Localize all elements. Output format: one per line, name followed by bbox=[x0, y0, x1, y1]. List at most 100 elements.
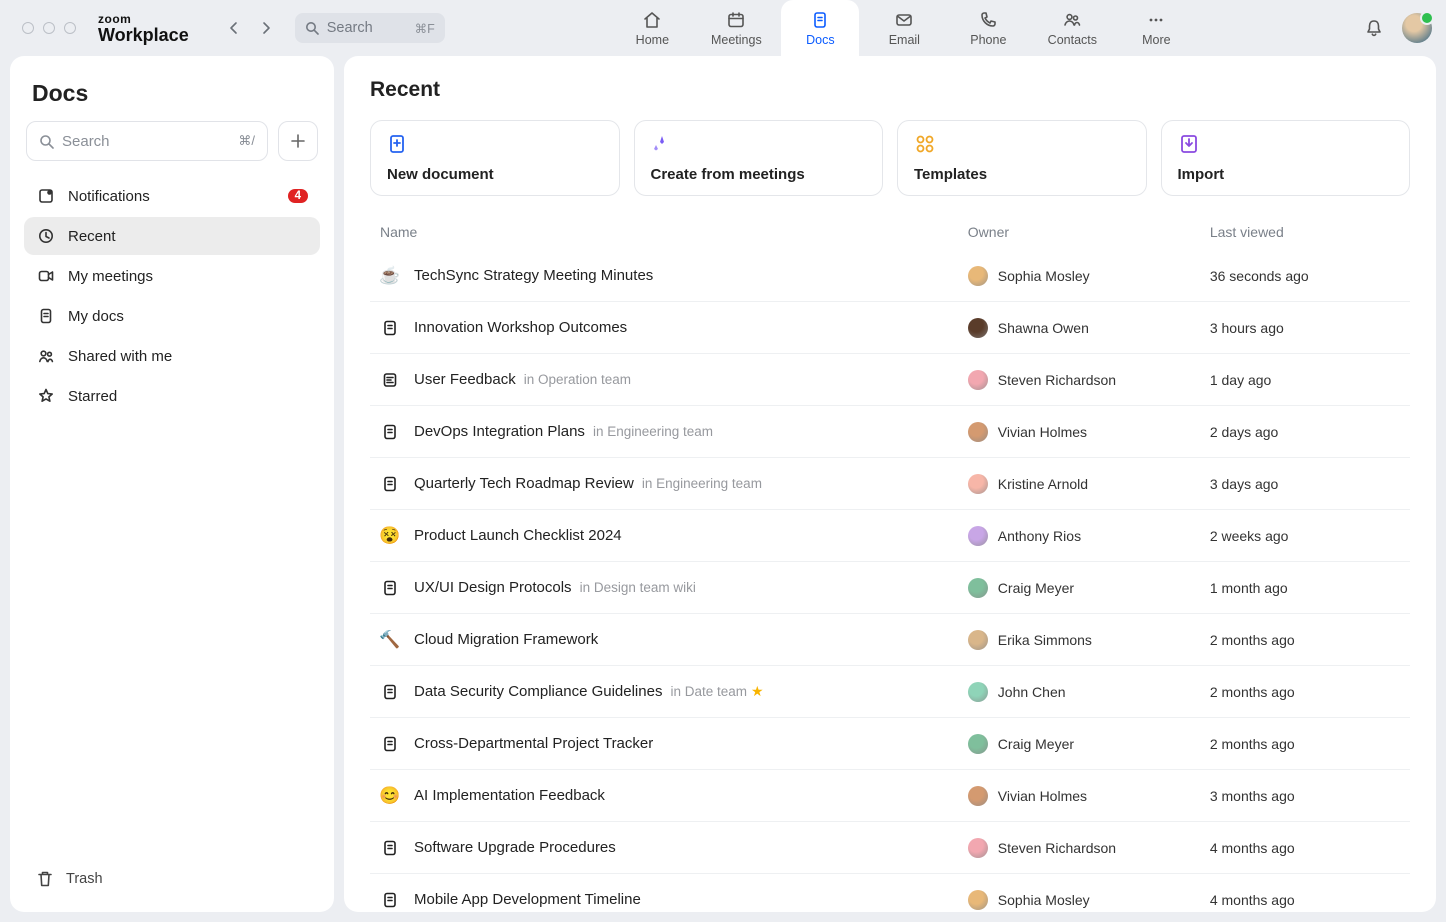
owner-avatar bbox=[968, 682, 988, 702]
doc-row[interactable]: Quarterly Tech Roadmap Review in Enginee… bbox=[370, 458, 1410, 510]
sidebar-item-starred[interactable]: Starred bbox=[24, 377, 320, 415]
top-nav-label: Meetings bbox=[711, 33, 762, 47]
doc-name: Innovation Workshop Outcomes bbox=[414, 319, 627, 336]
starred-icon bbox=[36, 386, 56, 406]
nav-back[interactable] bbox=[227, 21, 241, 35]
last-viewed: 2 weeks ago bbox=[1210, 528, 1400, 544]
nav-forward[interactable] bbox=[259, 21, 273, 35]
doc-row[interactable]: UX/UI Design Protocols in Design team wi… bbox=[370, 562, 1410, 614]
col-name: Name bbox=[380, 224, 968, 240]
global-search[interactable]: Search ⌘F bbox=[295, 13, 445, 43]
doc-icon bbox=[380, 422, 400, 442]
owner-avatar bbox=[968, 578, 988, 598]
doc-row[interactable]: Cross-Departmental Project Tracker Craig… bbox=[370, 718, 1410, 770]
owner-name: Steven Richardson bbox=[998, 372, 1116, 388]
sidebar-item-label: Shared with me bbox=[68, 348, 308, 365]
top-nav: Home Meetings Docs Email Phone Contacts … bbox=[457, 0, 1352, 56]
window-maximize[interactable] bbox=[64, 22, 76, 34]
doc-list[interactable]: ☕️ TechSync Strategy Meeting Minutes Sop… bbox=[370, 250, 1410, 912]
top-nav-email[interactable]: Email bbox=[865, 0, 943, 56]
owner-avatar bbox=[968, 526, 988, 546]
action-label: New document bbox=[387, 166, 603, 183]
sidebar-item-shared[interactable]: Shared with me bbox=[24, 337, 320, 375]
last-viewed: 1 day ago bbox=[1210, 372, 1400, 388]
doc-row[interactable]: Data Security Compliance Guidelines in D… bbox=[370, 666, 1410, 718]
recent-icon bbox=[36, 226, 56, 246]
action-templates[interactable]: Templates bbox=[897, 120, 1147, 196]
my-docs-icon bbox=[36, 306, 56, 326]
brand-line2: Workplace bbox=[98, 26, 189, 44]
doc-name: Mobile App Development Timeline bbox=[414, 891, 641, 908]
owner-avatar bbox=[968, 266, 988, 286]
last-viewed: 3 months ago bbox=[1210, 788, 1400, 804]
doc-row[interactable]: 🔨 Cloud Migration Framework Erika Simmon… bbox=[370, 614, 1410, 666]
sidebar-trash-label: Trash bbox=[66, 871, 103, 887]
top-nav-docs[interactable]: Docs bbox=[781, 0, 859, 56]
templates-icon bbox=[914, 133, 936, 155]
sidebar: Docs Search ⌘/ Notifications 4 bbox=[10, 56, 334, 912]
top-nav-home[interactable]: Home bbox=[613, 0, 691, 56]
top-nav-meetings[interactable]: Meetings bbox=[697, 0, 775, 56]
brand-line1: zoom bbox=[98, 13, 189, 25]
last-viewed: 2 months ago bbox=[1210, 632, 1400, 648]
doc-icon: 😊 bbox=[380, 786, 400, 806]
sidebar-item-label: My docs bbox=[68, 308, 308, 325]
owner-name: Sophia Mosley bbox=[998, 268, 1090, 284]
window-controls bbox=[22, 22, 76, 34]
top-nav-contacts[interactable]: Contacts bbox=[1033, 0, 1111, 56]
doc-location: in Engineering team bbox=[642, 476, 762, 491]
doc-row[interactable]: User Feedback in Operation team Steven R… bbox=[370, 354, 1410, 406]
top-nav-more[interactable]: More bbox=[1117, 0, 1195, 56]
docs-search[interactable]: Search ⌘/ bbox=[26, 121, 268, 161]
sidebar-item-my-docs[interactable]: My docs bbox=[24, 297, 320, 335]
owner-name: Steven Richardson bbox=[998, 840, 1116, 856]
top-nav-label: Docs bbox=[806, 33, 834, 47]
doc-icon bbox=[380, 890, 400, 910]
action-new-doc[interactable]: New document bbox=[370, 120, 620, 196]
doc-row[interactable]: Software Upgrade Procedures Steven Richa… bbox=[370, 822, 1410, 874]
owner-name: Craig Meyer bbox=[998, 736, 1074, 752]
doc-row[interactable]: ☕️ TechSync Strategy Meeting Minutes Sop… bbox=[370, 250, 1410, 302]
new-doc-button[interactable] bbox=[278, 121, 318, 161]
owner-name: Erika Simmons bbox=[998, 632, 1092, 648]
sidebar-item-notifications[interactable]: Notifications 4 bbox=[24, 177, 320, 215]
action-import[interactable]: Import bbox=[1161, 120, 1411, 196]
doc-row[interactable]: 😊 AI Implementation Feedback Vivian Holm… bbox=[370, 770, 1410, 822]
user-avatar[interactable] bbox=[1402, 13, 1432, 43]
top-nav-label: More bbox=[1142, 33, 1170, 47]
owner-avatar bbox=[968, 370, 988, 390]
doc-row[interactable]: 😵 Product Launch Checklist 2024 Anthony … bbox=[370, 510, 1410, 562]
last-viewed: 4 months ago bbox=[1210, 840, 1400, 856]
window-minimize[interactable] bbox=[43, 22, 55, 34]
sidebar-item-my-meetings[interactable]: My meetings bbox=[24, 257, 320, 295]
doc-row[interactable]: Innovation Workshop Outcomes Shawna Owen… bbox=[370, 302, 1410, 354]
doc-name: DevOps Integration Plans bbox=[414, 423, 585, 440]
my-meetings-icon bbox=[36, 266, 56, 286]
contacts-icon bbox=[1062, 10, 1082, 30]
action-label: Create from meetings bbox=[651, 166, 867, 183]
action-from-meetings[interactable]: Create from meetings bbox=[634, 120, 884, 196]
doc-row[interactable]: DevOps Integration Plans in Engineering … bbox=[370, 406, 1410, 458]
new-doc-icon bbox=[387, 133, 409, 155]
sidebar-trash[interactable]: Trash bbox=[24, 860, 320, 898]
table-header: Name Owner Last viewed bbox=[370, 216, 1410, 250]
sidebar-item-recent[interactable]: Recent bbox=[24, 217, 320, 255]
top-nav-phone[interactable]: Phone bbox=[949, 0, 1027, 56]
action-label: Import bbox=[1178, 166, 1394, 183]
docs-icon bbox=[810, 10, 830, 30]
owner-avatar bbox=[968, 474, 988, 494]
owner-avatar bbox=[968, 890, 988, 910]
import-icon bbox=[1178, 133, 1200, 155]
owner-name: Vivian Holmes bbox=[998, 788, 1087, 804]
sidebar-item-label: Recent bbox=[68, 228, 308, 245]
sidebar-item-label: Starred bbox=[68, 388, 308, 405]
doc-name: Software Upgrade Procedures bbox=[414, 839, 616, 856]
phone-icon bbox=[978, 10, 998, 30]
top-nav-label: Email bbox=[889, 33, 920, 47]
sidebar-title: Docs bbox=[24, 76, 320, 121]
doc-row[interactable]: Mobile App Development Timeline Sophia M… bbox=[370, 874, 1410, 912]
window-close[interactable] bbox=[22, 22, 34, 34]
doc-icon bbox=[380, 318, 400, 338]
notifications-icon[interactable] bbox=[1364, 18, 1384, 38]
last-viewed: 2 days ago bbox=[1210, 424, 1400, 440]
